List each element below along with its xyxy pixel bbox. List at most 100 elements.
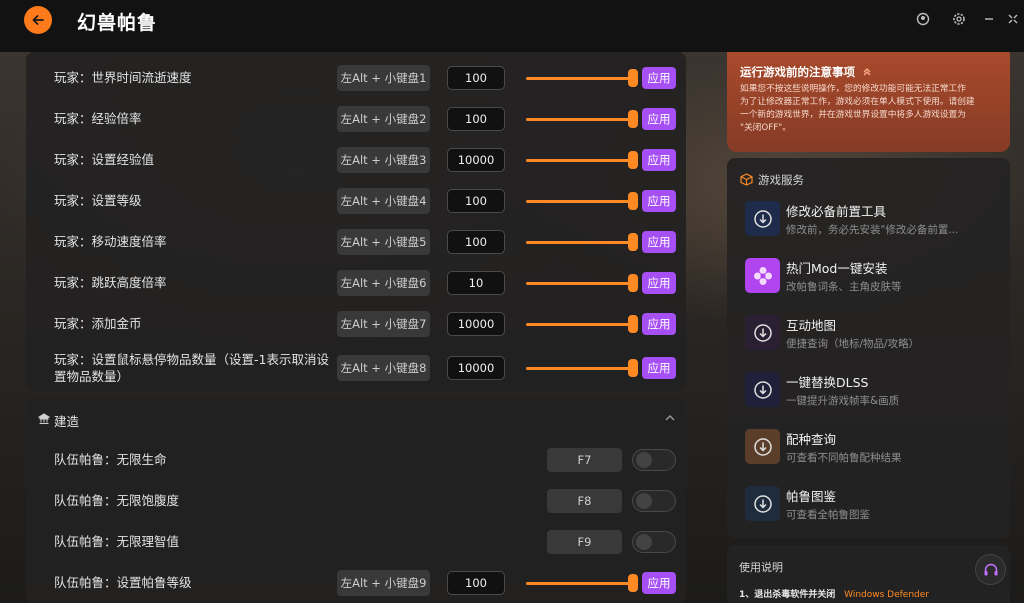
value-input[interactable]: 10 [447,271,505,295]
apply-button[interactable]: 应用 [642,272,676,294]
apply-button[interactable]: 应用 [642,67,676,89]
service-desc: 便捷查询（地标/物品/攻略） [786,338,920,350]
hotkey-box[interactable]: 左Alt + 小键盘5 [337,229,430,255]
toggle-knob [636,534,652,550]
building-icon [38,413,50,424]
value-input[interactable]: 100 [447,571,505,595]
usage-title: 使用说明 [739,561,783,574]
value-slider[interactable] [526,77,636,80]
setting-label: 玩家：添加金币 [54,316,142,331]
hotkey-box[interactable]: 左Alt + 小键盘3 [337,147,430,173]
setting-row: 玩家：设置经验值 左Alt + 小键盘3 10000 应用 [26,147,686,173]
service-item[interactable]: 帕鲁图鉴 可查看全帕鲁图鉴 [745,486,1000,526]
apply-button[interactable]: 应用 [642,149,676,171]
hotkey-box[interactable]: 左Alt + 小键盘1 [337,65,430,91]
service-title: 帕鲁图鉴 [786,489,837,504]
value-slider[interactable] [526,367,636,370]
value-slider[interactable] [526,200,636,203]
slider-thumb[interactable] [628,359,638,377]
hotkey-box[interactable]: 左Alt + 小键盘6 [337,270,430,296]
slider-thumb[interactable] [628,315,638,333]
notice-text: 如果您不按这些说明操作，您的修改功能可能无法正常工作 为了让修改器正常工作，游戏… [740,83,1002,135]
apply-button[interactable]: 应用 [642,572,676,594]
value-input[interactable]: 100 [447,230,505,254]
hotkey-box[interactable]: F7 [547,448,622,472]
value-input[interactable]: 100 [447,107,505,131]
apply-button[interactable]: 应用 [642,313,676,335]
setting-label: 玩家：跳跃高度倍率 [54,275,167,290]
account-button[interactable] [914,10,932,28]
slider-thumb[interactable] [628,69,638,87]
service-item[interactable]: 修改必备前置工具 修改前，务必先安装"修改必备前置... [745,201,1000,241]
value-input[interactable]: 10000 [447,312,505,336]
back-button[interactable] [24,6,52,34]
value-slider[interactable] [526,118,636,121]
service-title: 修改必备前置工具 [786,204,887,219]
value-slider[interactable] [526,241,636,244]
setting-row: 玩家：移动速度倍率 左Alt + 小键盘5 100 应用 [26,229,686,255]
usage-step-highlight: Windows Defender [844,590,930,600]
player-settings-card: 玩家：世界时间流逝速度 左Alt + 小键盘1 100 应用 玩家：经验倍率 左… [26,52,686,391]
value-input[interactable]: 100 [447,189,505,213]
slider-thumb[interactable] [628,151,638,169]
download-icon [745,429,780,464]
hotkey-box[interactable]: 左Alt + 小键盘2 [337,106,430,132]
hotkey-box[interactable]: F8 [547,489,622,513]
usage-step-text: 1、退出杀毒软件并关闭 [739,590,836,600]
hotkey-box[interactable]: 左Alt + 小键盘7 [337,311,430,337]
settings-button[interactable] [950,10,968,28]
minimize-button[interactable] [980,10,998,28]
hotkey-box[interactable]: 左Alt + 小键盘4 [337,188,430,214]
toggle-switch[interactable] [632,531,676,553]
apply-button[interactable]: 应用 [642,108,676,130]
section-header[interactable]: 建造 [26,398,686,438]
service-item[interactable]: 互动地图 便捷查询（地标/物品/攻略） [745,315,1000,355]
value-input[interactable]: 100 [447,66,505,90]
slider-thumb[interactable] [628,574,638,592]
setting-label: 玩家：经验倍率 [54,111,142,126]
notice-line: 一个新的游戏世界，并在游戏世界设置中将多人游戏设置为 [740,110,966,120]
service-item[interactable]: 一键替换DLSS 一键提升游戏帧率&画质 [745,372,1000,412]
hotkey-box[interactable]: F9 [547,530,622,554]
setting-label: 队伍帕鲁：无限理智值 [54,534,180,549]
value-slider[interactable] [526,159,636,162]
build-settings-card: 建造 队伍帕鲁：无限生命 F7 队伍帕鲁：无限饱腹度 F8 队伍帕鲁：无限理智值… [26,398,686,603]
chevron-up-icon[interactable] [664,412,676,424]
setting-row: 玩家：跳跃高度倍率 左Alt + 小键盘6 10 应用 [26,270,686,296]
close-button[interactable] [1004,10,1022,28]
box-icon [740,173,753,186]
hotkey-box[interactable]: 左Alt + 小键盘8 [337,355,430,381]
setting-row: 玩家：设置鼠标悬停物品数量（设置-1表示取消设 置物品数量） 左Alt + 小键… [26,350,686,386]
hotkey-box[interactable]: 左Alt + 小键盘9 [337,570,430,596]
apply-button[interactable]: 应用 [642,357,676,379]
toggle-switch[interactable] [632,490,676,512]
setting-row: 队伍帕鲁：无限生命 F7 [26,448,686,472]
value-slider[interactable] [526,582,636,585]
download-icon [745,372,780,407]
service-item[interactable]: 热门Mod一键安装 改帕鲁词条、主角皮肤等 [745,258,1000,298]
value-slider[interactable] [526,282,636,285]
notice-line: 为了让修改器正常工作，游戏必须在单人模式下使用。请创建 [740,97,975,107]
service-title: 配种查询 [786,432,837,447]
slider-thumb[interactable] [628,233,638,251]
slider-thumb[interactable] [628,110,638,128]
slider-thumb[interactable] [628,274,638,292]
setting-label: 队伍帕鲁：无限生命 [54,452,167,467]
value-input[interactable]: 10000 [447,148,505,172]
toggle-switch[interactable] [632,449,676,471]
setting-label-line1: 玩家：设置鼠标悬停物品数量（设置-1表示取消设 [54,352,329,367]
service-item[interactable]: 配种查询 可查看不同帕鲁配种结果 [745,429,1000,469]
setting-row: 玩家：世界时间流逝速度 左Alt + 小键盘1 100 应用 [26,65,686,91]
notice-line: "关闭OFF"。 [740,123,791,133]
setting-row: 队伍帕鲁：设置帕鲁等级 左Alt + 小键盘9 100 应用 [26,570,686,596]
slider-thumb[interactable] [628,192,638,210]
value-slider[interactable] [526,323,636,326]
notice-title[interactable]: 运行游戏前的注意事项 [740,64,872,80]
support-button[interactable] [975,554,1006,585]
arrow-left-icon [32,15,44,25]
value-input[interactable]: 10000 [447,356,505,380]
apply-button[interactable]: 应用 [642,190,676,212]
setting-row: 队伍帕鲁：无限理智值 F9 [26,530,686,554]
service-desc: 修改前，务必先安装"修改必备前置... [786,224,959,236]
apply-button[interactable]: 应用 [642,231,676,253]
